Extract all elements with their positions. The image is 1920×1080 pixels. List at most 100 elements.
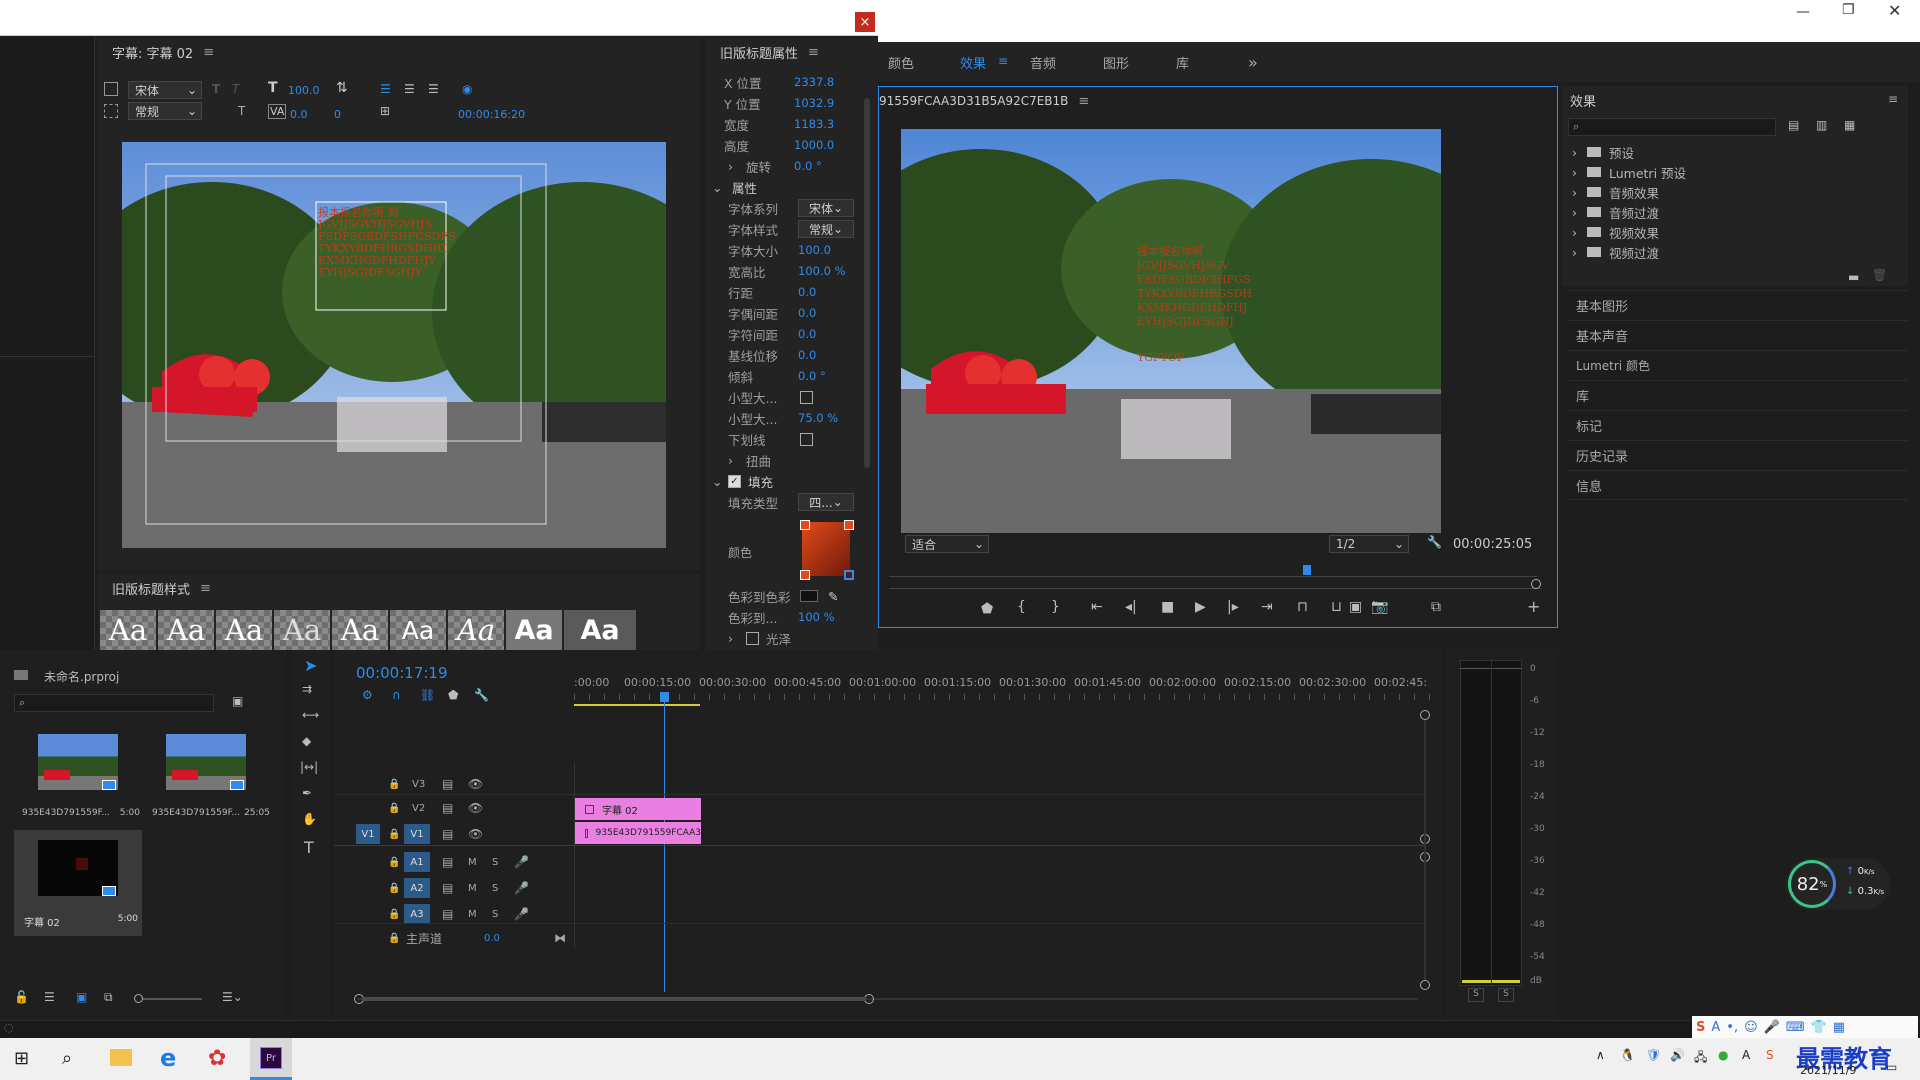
mute-button[interactable]: M xyxy=(468,909,477,920)
prop-value[interactable]: 1032.9 xyxy=(794,96,834,110)
toggle-sync-icon[interactable]: ▤ xyxy=(442,855,453,869)
attributes-section[interactable]: ⌄ 属性 xyxy=(706,177,866,197)
ime-keyboard-icon[interactable]: ⌨ xyxy=(1786,1020,1805,1035)
background-timecode[interactable]: 00:00:16:20 xyxy=(458,108,525,121)
extract-icon[interactable]: ⊔ xyxy=(1331,599,1342,615)
linked-selection-icon[interactable]: ⛓ xyxy=(420,688,435,702)
solo-button[interactable]: S xyxy=(492,857,498,868)
go-to-end-icon[interactable]: ⧓ xyxy=(554,931,566,945)
ime-lang-icon[interactable]: A xyxy=(1711,1020,1720,1035)
ime-skin-icon[interactable]: 👕 xyxy=(1811,1020,1827,1035)
panel-libraries[interactable]: 库 xyxy=(1568,380,1908,410)
time-ruler[interactable]: :00:00 00:00:15:00 00:00:30:00 00:00:45:… xyxy=(574,676,1440,706)
prop-value[interactable]: 1000.0 xyxy=(794,138,834,152)
tray-up-icon[interactable]: ∧ xyxy=(1596,1048,1605,1062)
net-speed-widget[interactable]: 82% ↑ 0K/s ↓ 0.3K/s xyxy=(1786,858,1890,910)
color-swatch[interactable] xyxy=(800,590,818,602)
minimize-button[interactable]: — xyxy=(1796,4,1810,20)
title-style-swatch[interactable]: Aa xyxy=(158,610,214,650)
tab-graphics[interactable]: 图形 xyxy=(1103,42,1129,82)
effect-folder-presets[interactable]: › 预设 xyxy=(1562,142,1634,162)
solo-left-button[interactable]: S xyxy=(1468,988,1484,1002)
eyedropper-icon[interactable]: ✎ xyxy=(828,589,838,604)
font-style-select[interactable]: 常规 ⌄ xyxy=(128,102,202,120)
tab-audio[interactable]: 音频 xyxy=(1030,42,1056,82)
panel-info[interactable]: 信息 xyxy=(1568,470,1908,500)
toggle-sync-icon[interactable]: ▤ xyxy=(442,881,453,895)
prop-value[interactable]: 100.0 % xyxy=(798,264,846,278)
tab-menu-icon[interactable]: ≡ xyxy=(998,54,1008,68)
title-style-swatch[interactable]: Aa xyxy=(216,610,272,650)
mic-icon[interactable]: 🎤 xyxy=(514,907,529,921)
list-view-icon[interactable]: ☰ xyxy=(44,990,55,1004)
play-icon[interactable]: ▶ xyxy=(1195,599,1206,615)
panel-lumetri-color[interactable]: Lumetri 颜色 xyxy=(1568,350,1908,380)
clip-video[interactable]: 935E43D791559FCAA3 xyxy=(575,822,701,844)
align-center-icon[interactable]: ☰ xyxy=(404,82,415,96)
panel-menu-icon[interactable]: ≡ xyxy=(1078,94,1089,109)
premiere-taskbar-icon[interactable]: Pr xyxy=(250,1038,292,1080)
lock-icon[interactable]: 🔒 xyxy=(388,829,400,840)
sheen-checkbox[interactable] xyxy=(746,631,759,645)
pen-tool-icon[interactable]: ✒ xyxy=(302,786,312,800)
mute-button[interactable]: M xyxy=(468,883,477,894)
more-tabs-icon[interactable]: » xyxy=(1248,42,1258,82)
program-ruler[interactable] xyxy=(889,567,1537,577)
app-flower-icon[interactable]: ✿ xyxy=(208,1046,226,1071)
hand-tool-icon[interactable]: ✋ xyxy=(302,812,317,826)
solo-right-button[interactable]: S xyxy=(1498,988,1514,1002)
lock-icon[interactable]: 🔒 xyxy=(388,803,400,814)
panel-menu-icon[interactable]: ≡ xyxy=(1888,92,1898,106)
show-video-icon[interactable]: ◉ xyxy=(462,82,472,96)
font-size-value[interactable]: 100.0 xyxy=(288,84,320,97)
title-editor-close-button[interactable]: × xyxy=(855,12,875,32)
effect-folder-audio-transitions[interactable]: › 音频过渡 xyxy=(1562,202,1659,222)
color-stop-br[interactable] xyxy=(844,570,854,580)
template-icon[interactable] xyxy=(104,104,118,118)
project-search-input[interactable]: ⌕ xyxy=(14,694,214,712)
ime-punct-icon[interactable]: •, xyxy=(1726,1020,1738,1035)
selection-tool-icon[interactable]: ➤ xyxy=(304,656,317,675)
icon-view-icon[interactable]: ▣ xyxy=(76,990,87,1004)
delete-icon[interactable]: 🗑 xyxy=(1872,268,1887,282)
project-item-selected[interactable]: 字幕 02 5:00 xyxy=(14,830,142,936)
horizontal-scroll-thumb[interactable] xyxy=(362,997,866,1001)
title-style-swatch[interactable]: Aa xyxy=(100,610,156,650)
effect-folder-video-transitions[interactable]: › 视频过渡 xyxy=(1562,242,1659,262)
new-bin-icon[interactable]: ▬ xyxy=(1848,270,1859,284)
color-stop-tr[interactable] xyxy=(844,520,854,530)
vertical-scroll-track[interactable] xyxy=(1424,720,1426,980)
timeline-timecode[interactable]: 00:00:17:19 xyxy=(356,664,448,682)
prop-value[interactable]: 0.0 ° xyxy=(794,159,822,173)
effect-folder-lumetri[interactable]: › Lumetri 预设 xyxy=(1562,162,1686,182)
step-back-icon[interactable]: ◂| xyxy=(1125,599,1137,615)
color-stop-bl[interactable] xyxy=(800,570,810,580)
effects-search-input[interactable]: ⌕ xyxy=(1568,118,1776,136)
align-left-icon[interactable]: ☰ xyxy=(380,82,391,96)
ime-tools-icon[interactable]: ▦ xyxy=(1833,1020,1845,1035)
sort-icon[interactable]: ☰⌄ xyxy=(222,990,243,1004)
fit-dropdown[interactable]: 适合 ⌄ xyxy=(905,535,989,553)
lock-icon[interactable]: 🔓 xyxy=(14,990,29,1004)
toggle-sync-icon[interactable]: ▤ xyxy=(442,801,453,815)
panel-menu-icon[interactable]: ≡ xyxy=(808,45,819,60)
tray-app-icon[interactable]: ● xyxy=(1718,1048,1728,1062)
panel-menu-icon[interactable]: ≡ xyxy=(200,581,211,596)
underline-icon[interactable]: T xyxy=(238,104,245,118)
panel-history[interactable]: 历史记录 xyxy=(1568,440,1908,470)
search-icon[interactable]: ⌕ xyxy=(62,1048,72,1069)
program-video[interactable]: 报本报名你啊 JGVJJSGVHJSGV FSDFSGBDFSHFGS TYKXYBD… xyxy=(901,129,1441,533)
title-style-swatch[interactable]: Aa xyxy=(506,610,562,650)
toggle-sync-icon[interactable]: ▤ xyxy=(442,777,453,791)
fill-type-dropdown[interactable]: 四... ⌄ xyxy=(798,493,854,511)
file-explorer-icon[interactable] xyxy=(110,1049,132,1066)
playhead-handle[interactable] xyxy=(660,692,669,702)
sheen-section[interactable]: › 光泽 xyxy=(706,628,866,648)
solo-button[interactable]: S xyxy=(492,883,498,894)
title-canvas[interactable]: 报本报名你啊 到 JGVJJSGVHJSGVHJS FSDFSGBDFSHFGSDF… xyxy=(122,142,666,548)
project-item[interactable]: 935E43D791559F... 25:05 xyxy=(144,728,270,832)
align-right-icon[interactable]: ☰ xyxy=(428,82,439,96)
32bit-icon[interactable]: ▥ xyxy=(1816,118,1827,132)
prop-value[interactable]: 0.0 xyxy=(798,306,816,320)
font-style-dropdown[interactable]: 常规 ⌄ xyxy=(798,220,854,238)
